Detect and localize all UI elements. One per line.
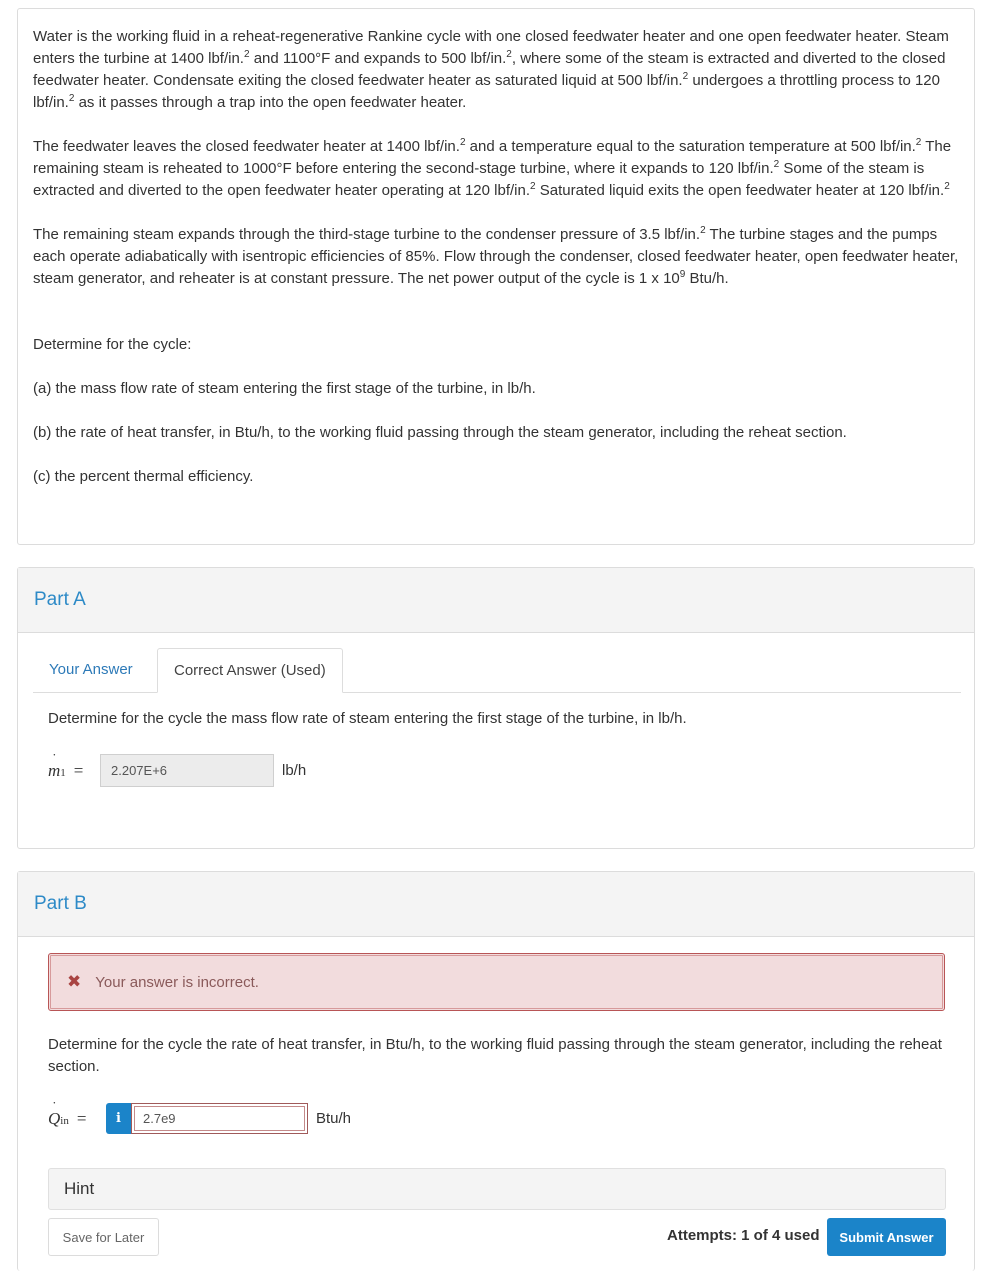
heat-rate-input[interactable]: 2.7e9 bbox=[131, 1103, 308, 1134]
problem-statement: Water is the working fluid in a reheat-r… bbox=[17, 8, 975, 545]
task-item-b: (b) the rate of heat transfer, in Btu/h,… bbox=[33, 424, 847, 441]
incorrect-message: Your answer is incorrect. bbox=[95, 973, 259, 991]
part-b-panel: Part B ✖ Your answer is incorrect. Deter… bbox=[17, 871, 975, 1271]
incorrect-alert: ✖ Your answer is incorrect. bbox=[48, 953, 945, 1011]
info-icon[interactable]: i bbox=[106, 1103, 131, 1134]
part-b-header[interactable]: Part B bbox=[18, 872, 974, 937]
heat-rate-variable: ˙ Qin = bbox=[48, 1099, 87, 1128]
hint-toggle[interactable]: Hint bbox=[48, 1168, 946, 1210]
x-icon: ✖ bbox=[67, 972, 82, 991]
attempts-counter: Attempts: 1 of 4 used bbox=[667, 1227, 820, 1244]
part-a-question: Determine for the cycle the mass flow ra… bbox=[48, 710, 687, 727]
problem-paragraph-3: The remaining steam expands through the … bbox=[33, 225, 959, 288]
part-b-title[interactable]: Part B bbox=[34, 893, 87, 915]
submit-answer-button[interactable]: Submit Answer bbox=[827, 1218, 946, 1256]
mass-flow-variable: ˙ m1 = bbox=[48, 751, 84, 780]
mass-flow-answer-field: 2.207E+6 bbox=[100, 754, 274, 787]
determine-label: Determine for the cycle: bbox=[33, 336, 192, 353]
heat-rate-unit: Btu/h bbox=[316, 1110, 352, 1127]
tab-your-answer[interactable]: Your Answer bbox=[33, 648, 149, 692]
part-a-answer-row: ˙ m1 = 2.207E+6 lb/h bbox=[48, 751, 307, 787]
part-b-answer-row: ˙ Qin = i 2.7e9 Btu/h bbox=[48, 1099, 352, 1134]
mass-flow-unit: lb/h bbox=[282, 762, 307, 779]
part-a-header[interactable]: Part A bbox=[18, 568, 974, 633]
problem-paragraph-1: Water is the working fluid in a reheat-r… bbox=[33, 28, 949, 111]
tab-correct-answer[interactable]: Correct Answer (Used) bbox=[157, 648, 343, 693]
problem-paragraph-2: The feedwater leaves the closed feedwate… bbox=[33, 137, 952, 200]
part-a-title[interactable]: Part A bbox=[34, 589, 86, 611]
answer-tabs: Your Answer Correct Answer (Used) bbox=[33, 648, 961, 693]
part-a-panel: Part A Your Answer Correct Answer (Used)… bbox=[17, 567, 975, 849]
task-item-c: (c) the percent thermal efficiency. bbox=[33, 468, 254, 485]
part-b-question: Determine for the cycle the rate of heat… bbox=[48, 1036, 942, 1075]
task-item-a: (a) the mass flow rate of steam entering… bbox=[33, 380, 536, 397]
save-for-later-button[interactable]: Save for Later bbox=[48, 1218, 159, 1256]
